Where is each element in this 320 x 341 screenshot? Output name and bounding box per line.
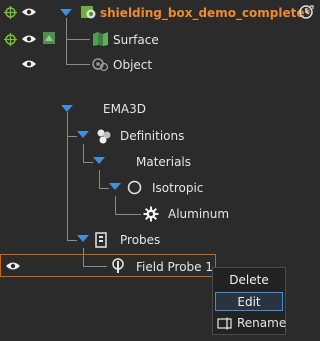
project-title[interactable]: shielding_box_demo_complete* bbox=[100, 6, 311, 20]
expand-arrow-icon[interactable] bbox=[109, 183, 121, 190]
menu-item-rename-label: Rename bbox=[237, 316, 287, 330]
tree-connector bbox=[99, 170, 100, 188]
tree-item-object[interactable]: Object bbox=[113, 58, 152, 72]
mesh-icon[interactable] bbox=[42, 31, 56, 45]
sync-icon[interactable] bbox=[298, 4, 314, 20]
tree-item-field-probe[interactable]: Field Probe 1 bbox=[136, 260, 213, 274]
tree-connector bbox=[99, 188, 109, 189]
probes-icon bbox=[95, 232, 107, 248]
expand-arrow-icon[interactable] bbox=[60, 9, 72, 16]
tree-connector bbox=[67, 112, 68, 240]
expand-arrow-icon[interactable] bbox=[93, 157, 105, 164]
tree-connector bbox=[83, 162, 93, 163]
definitions-icon bbox=[97, 129, 111, 144]
tree-connector bbox=[67, 136, 77, 137]
tree-item-ema3d[interactable]: EMA3D bbox=[103, 102, 146, 116]
tree-connector bbox=[66, 39, 90, 40]
menu-item-rename[interactable]: Rename bbox=[215, 314, 287, 333]
circle-icon bbox=[127, 180, 142, 195]
eye-icon[interactable] bbox=[21, 7, 37, 17]
menu-item-delete[interactable]: Delete bbox=[215, 271, 283, 290]
context-menu: Delete Edit Rename bbox=[212, 267, 286, 335]
tree-item-surface[interactable]: Surface bbox=[113, 33, 159, 47]
field-probe-icon bbox=[112, 258, 124, 273]
expand-arrow-icon[interactable] bbox=[77, 131, 89, 138]
gear-icon bbox=[143, 206, 159, 222]
tree-connector bbox=[115, 214, 141, 215]
eye-icon[interactable] bbox=[21, 34, 37, 44]
tree-connector bbox=[67, 240, 77, 241]
tree-item-definitions[interactable]: Definitions bbox=[120, 129, 184, 143]
expand-arrow-icon[interactable] bbox=[61, 105, 73, 112]
tree-item-materials[interactable]: Materials bbox=[136, 155, 191, 169]
rename-icon bbox=[217, 317, 232, 330]
menu-item-edit[interactable]: Edit bbox=[215, 292, 283, 311]
tree-connector bbox=[115, 196, 116, 214]
tree-connector bbox=[83, 144, 84, 162]
tree-item-probes[interactable]: Probes bbox=[120, 233, 160, 247]
expand-arrow-icon[interactable] bbox=[77, 235, 89, 242]
object-gear-icon bbox=[92, 58, 109, 72]
tree-connector bbox=[66, 18, 67, 65]
crosshair-icon[interactable] bbox=[4, 6, 17, 19]
tree-connector bbox=[66, 64, 90, 65]
tree-item-aluminum[interactable]: Aluminum bbox=[168, 207, 229, 221]
crosshair-icon[interactable] bbox=[4, 33, 17, 46]
tree-item-isotropic[interactable]: Isotropic bbox=[152, 181, 203, 195]
surface-icon bbox=[93, 32, 108, 46]
eye-icon[interactable] bbox=[5, 261, 21, 271]
eye-icon[interactable] bbox=[21, 59, 37, 69]
project-icon bbox=[81, 6, 96, 19]
